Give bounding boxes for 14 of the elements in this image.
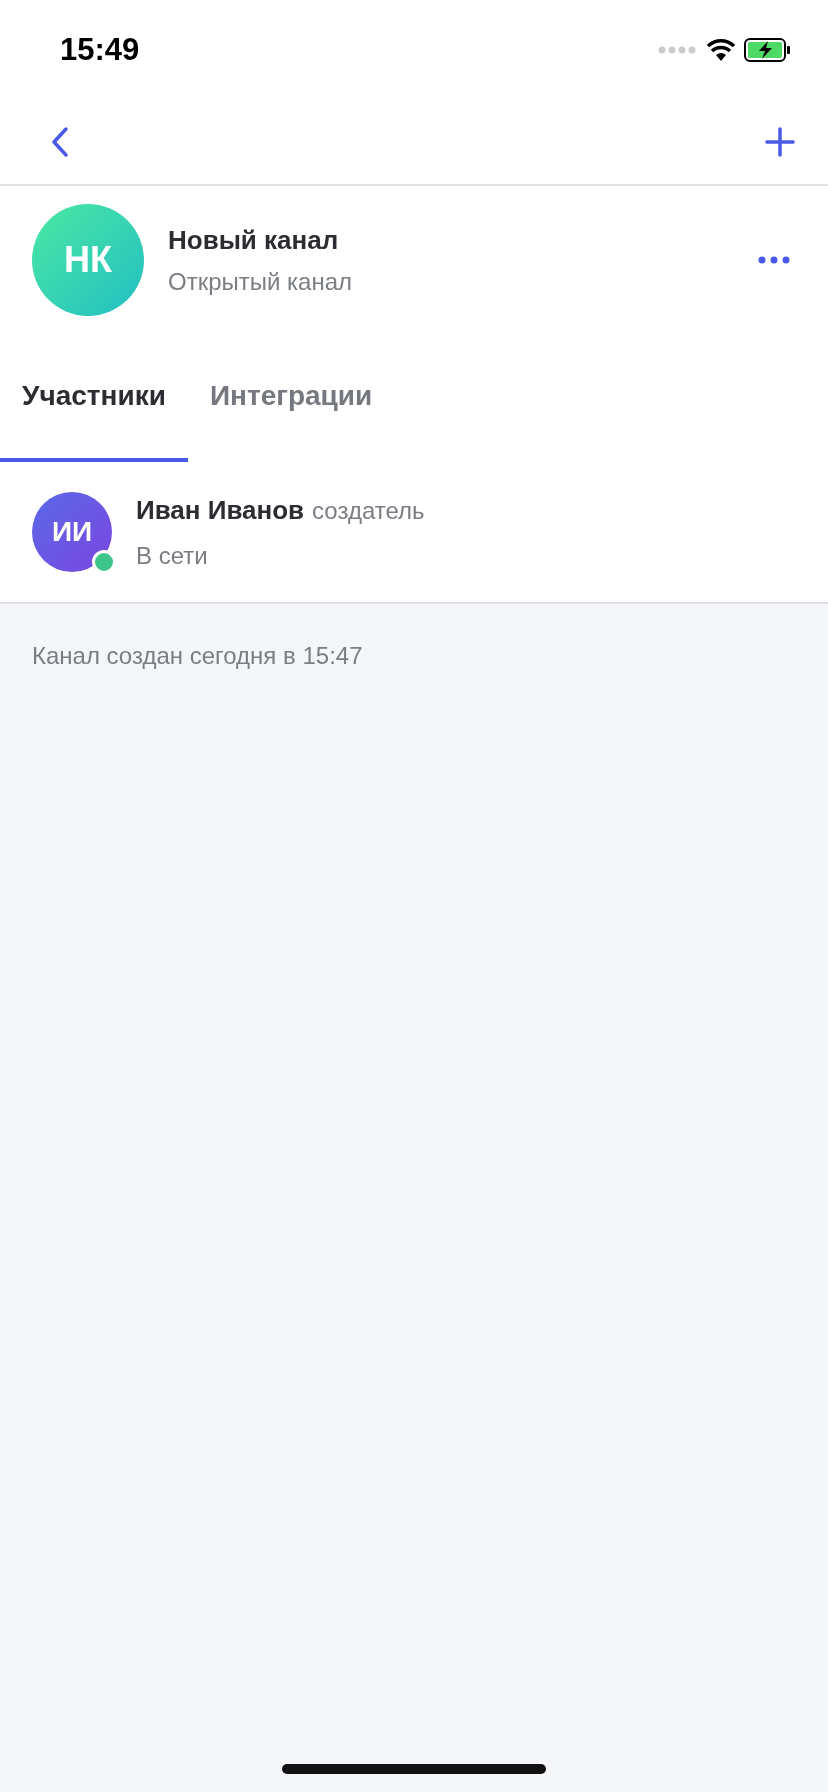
channel-type: Открытый канал xyxy=(168,266,354,297)
channel-name: Новый канал xyxy=(168,223,340,257)
wifi-icon xyxy=(706,39,736,61)
member-role: создатель xyxy=(312,495,425,526)
member-status: В сети xyxy=(136,540,209,571)
signal-icon xyxy=(658,44,698,56)
member-name: Иван Иванов xyxy=(136,493,305,527)
status-time: 15:49 xyxy=(60,30,140,69)
member-row[interactable]: ИИ Иван Иванов создатель В сети xyxy=(0,462,828,604)
member-avatar: ИИ xyxy=(32,492,112,572)
tab[interactable]: Интеграции xyxy=(187,334,395,462)
channel-created-note: Канал создан сегодня в 15:47 xyxy=(31,641,364,671)
channel-avatar: НК xyxy=(32,204,144,316)
battery-icon xyxy=(744,38,792,62)
